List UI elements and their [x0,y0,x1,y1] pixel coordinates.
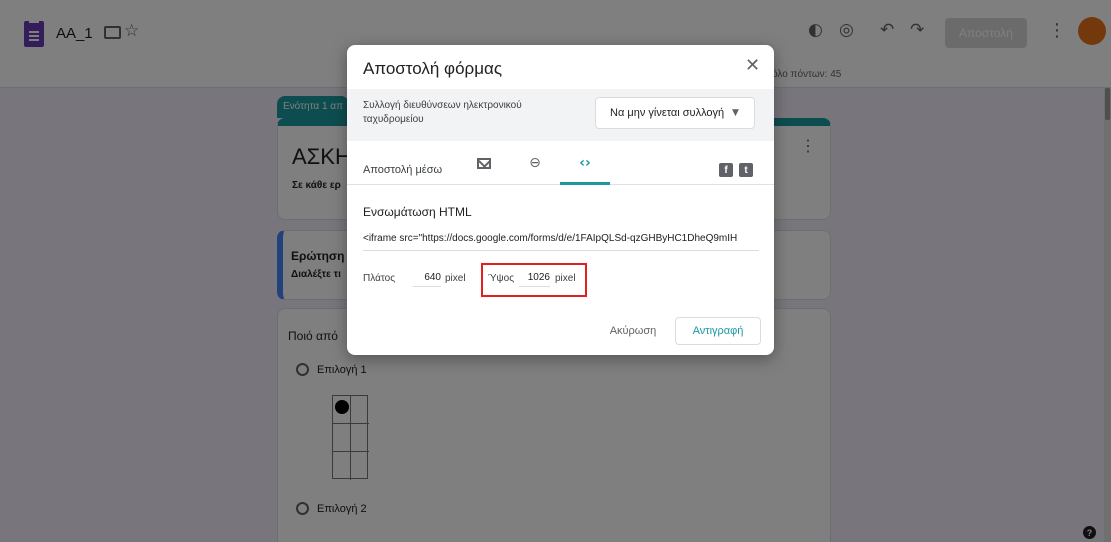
cancel-button[interactable]: Ακύρωση [597,317,669,345]
collect-emails-select[interactable]: Να μην γίνεται συλλογή ▼ [595,97,755,129]
send-via-row: Αποστολή μέσω ⊖ ‹› f t [347,141,774,185]
collect-emails-value: Να μην γίνεται συλλογή [610,107,725,119]
tab-link[interactable]: ⊖ [510,155,560,185]
send-form-dialog: Αποστολή φόρμας ✕ Συλλογή διευθύνσεων ηλ… [347,45,774,355]
embed-code-icon: ‹› [579,155,591,171]
width-unit: pixel [445,273,466,284]
dropdown-caret-icon: ▼ [732,108,739,118]
tab-email[interactable] [459,155,509,185]
embed-html-heading: Ενσωμάτωση HTML [363,205,472,219]
dialog-title: Αποστολή φόρμας [363,59,503,78]
collect-emails-row: Συλλογή διευθύνσεων ηλεκτρονικού ταχυδρο… [347,89,774,141]
link-icon: ⊖ [529,155,541,171]
facebook-icon[interactable]: f [719,163,733,177]
height-highlight-box [481,263,587,297]
send-via-label: Αποστολή μέσω [363,164,443,176]
width-label: Πλάτος [363,273,396,284]
mail-icon [477,158,491,169]
close-icon[interactable]: ✕ [745,55,760,76]
embed-code-field[interactable]: <iframe src="https://docs.google.com/for… [363,231,759,251]
width-input[interactable]: 640 [413,267,441,287]
tab-embed[interactable]: ‹› [560,155,610,185]
twitter-icon[interactable]: t [739,163,753,177]
collect-emails-label: Συλλογή διευθύνσεων ηλεκτρονικού ταχυδρο… [363,100,522,125]
copy-button[interactable]: Αντιγραφή [675,317,761,345]
